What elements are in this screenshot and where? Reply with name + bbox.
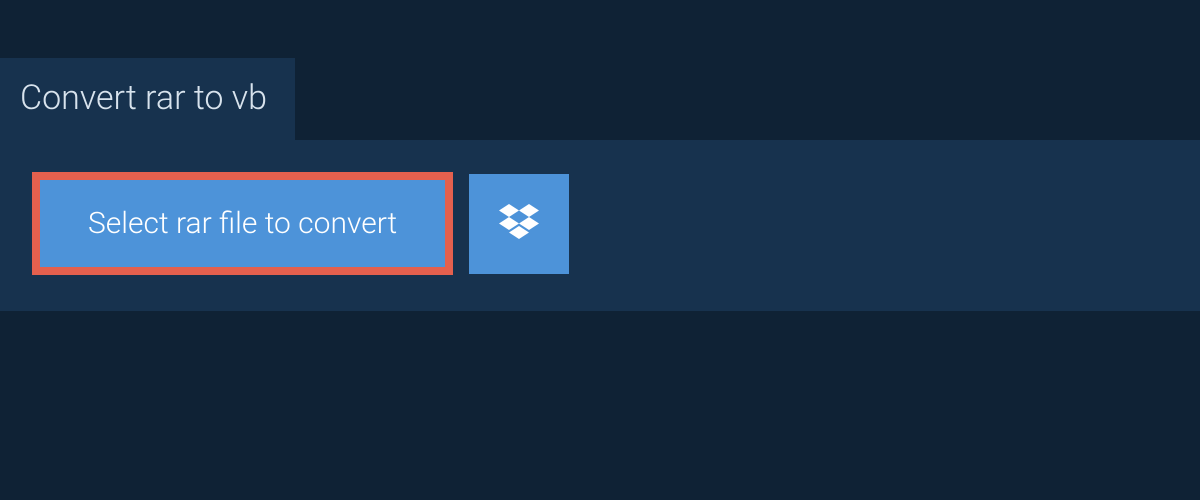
tab-title-text: Convert rar to vb	[20, 78, 267, 118]
upload-panel: Select rar file to convert	[0, 140, 1200, 311]
tab-title: Convert rar to vb	[0, 58, 295, 140]
dropbox-button[interactable]	[469, 174, 569, 274]
dropbox-icon	[499, 204, 539, 244]
select-file-button[interactable]: Select rar file to convert	[32, 172, 453, 275]
select-file-label: Select rar file to convert	[88, 206, 397, 241]
